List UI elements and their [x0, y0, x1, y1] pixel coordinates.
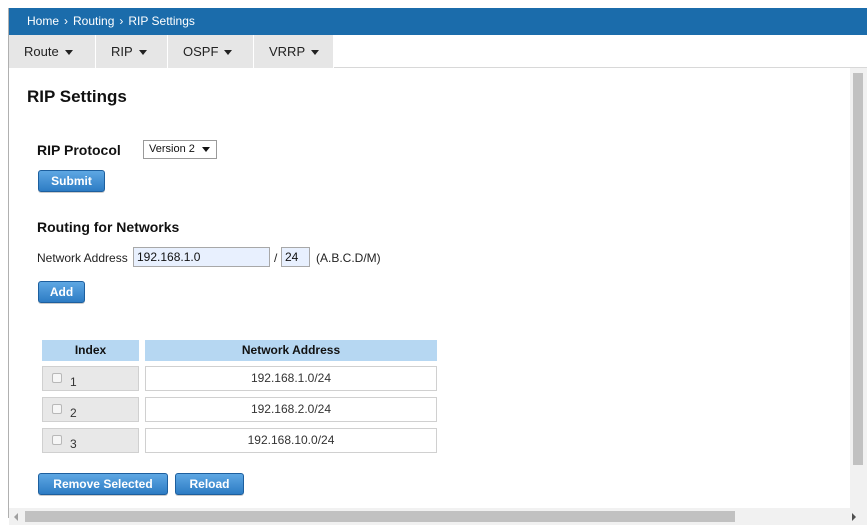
breadcrumb: Home › Routing › RIP Settings	[9, 8, 867, 35]
routing-section-label: Routing for Networks	[37, 219, 180, 235]
caret-down-icon	[64, 50, 73, 56]
rip-protocol-label: RIP Protocol	[37, 142, 121, 158]
submit-button[interactable]: Submit	[38, 170, 105, 192]
page-title: RIP Settings	[27, 87, 127, 106]
table-row-index: 3	[42, 428, 139, 453]
reload-button[interactable]: Reload	[175, 473, 244, 495]
breadcrumb-current: RIP Settings	[128, 14, 195, 28]
menu-ospf[interactable]: OSPF	[168, 35, 254, 68]
mask-input[interactable]: 24	[281, 247, 310, 267]
table-row-address: 192.168.10.0/24	[145, 428, 437, 453]
add-button[interactable]: Add	[38, 281, 85, 303]
format-hint: (A.B.C.D/M)	[316, 251, 381, 265]
checkbox-icon[interactable]	[52, 435, 62, 445]
left-border	[8, 8, 9, 518]
network-address-label: Network Address	[37, 251, 128, 265]
rip-version-value: Version 2	[149, 143, 195, 155]
table-row-index: 1	[42, 366, 139, 391]
breadcrumb-home[interactable]: Home	[27, 14, 59, 28]
row-index: 1	[70, 375, 77, 389]
breadcrumb-routing[interactable]: Routing	[73, 14, 114, 28]
horizontal-scrollbar[interactable]	[9, 508, 867, 525]
menu-rip[interactable]: RIP	[96, 35, 168, 68]
menu-route[interactable]: Route	[9, 35, 96, 68]
table-row-address: 192.168.1.0/24	[145, 366, 437, 391]
breadcrumb-separator: ›	[119, 14, 124, 28]
menu-bar: Route RIP OSPF VRRP	[9, 35, 867, 68]
menu-vrrp-label: VRRP	[269, 44, 306, 59]
checkbox-icon[interactable]	[52, 373, 62, 383]
checkbox-icon[interactable]	[52, 404, 62, 414]
header-network-address: Network Address	[145, 340, 437, 361]
row-index: 2	[70, 406, 77, 420]
caret-down-icon	[311, 50, 320, 56]
menu-vrrp[interactable]: VRRP	[254, 35, 334, 68]
menu-route-label: Route	[24, 44, 59, 59]
vertical-scroll-thumb[interactable]	[853, 73, 863, 465]
scroll-left-arrow-icon[interactable]	[14, 513, 18, 521]
caret-down-icon	[138, 50, 147, 56]
scroll-right-arrow-icon[interactable]	[852, 513, 856, 521]
vertical-scrollbar[interactable]	[850, 68, 867, 508]
table-row-index: 2	[42, 397, 139, 422]
mask-separator: /	[274, 251, 278, 265]
header-index: Index	[42, 340, 139, 361]
caret-down-icon	[224, 50, 233, 56]
row-index: 3	[70, 437, 77, 451]
network-address-input[interactable]: 192.168.1.0	[133, 247, 270, 267]
horizontal-scroll-thumb[interactable]	[25, 511, 735, 522]
table-row-address: 192.168.2.0/24	[145, 397, 437, 422]
remove-selected-button[interactable]: Remove Selected	[38, 473, 168, 495]
menu-ospf-label: OSPF	[183, 44, 219, 59]
breadcrumb-separator: ›	[64, 14, 69, 28]
menu-rip-label: RIP	[111, 44, 133, 59]
rip-version-select[interactable]: Version 2	[143, 140, 217, 159]
select-arrow-icon	[202, 147, 210, 152]
browser-frame: Home › Routing › RIP Settings Route RIP OSPF…	[0, 0, 867, 525]
